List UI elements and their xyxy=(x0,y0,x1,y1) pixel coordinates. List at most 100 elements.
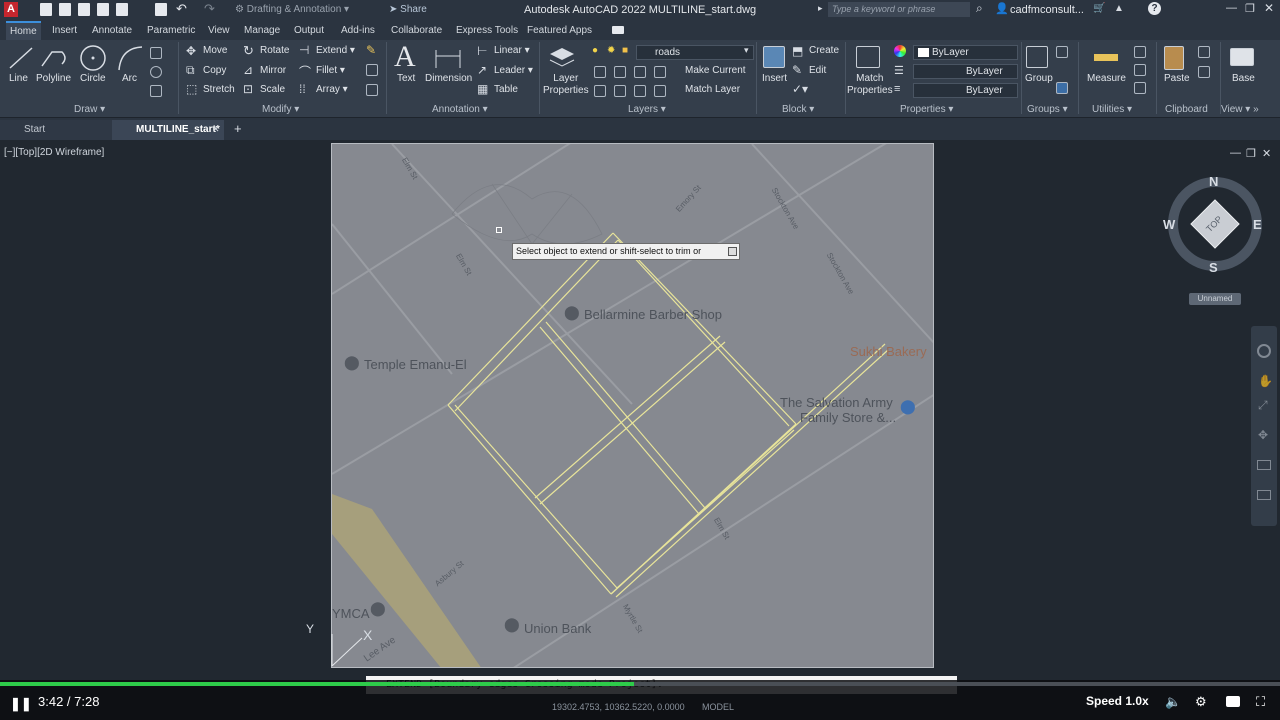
layer-tool-icon[interactable] xyxy=(654,66,666,78)
compass-east[interactable]: E xyxy=(1253,217,1262,232)
group-select-icon[interactable] xyxy=(1056,82,1068,94)
match-properties-icon[interactable] xyxy=(856,46,880,68)
open-file-icon[interactable] xyxy=(59,3,71,16)
view-panel-label[interactable]: View ▾ » xyxy=(1221,104,1259,115)
pan-icon[interactable]: ✋ xyxy=(1258,374,1273,388)
close-icon[interactable]: ✕ xyxy=(1264,1,1274,15)
viewport-restore-icon[interactable]: ❐ xyxy=(1246,147,1256,160)
tab-view[interactable]: View xyxy=(208,23,230,38)
polyline-icon[interactable] xyxy=(40,46,68,70)
undo-icon[interactable]: ↶ xyxy=(176,1,187,17)
close-tab-icon[interactable]: ✕ xyxy=(212,124,220,135)
line-button[interactable]: Line xyxy=(9,73,28,84)
text-button[interactable]: Text xyxy=(397,73,415,84)
search-icon[interactable]: ⌕ xyxy=(976,1,983,16)
insert-block-icon[interactable] xyxy=(763,46,785,68)
tab-annotate[interactable]: Annotate xyxy=(92,23,132,38)
tab-parametric[interactable]: Parametric xyxy=(147,23,195,38)
help-icon[interactable]: ? xyxy=(1148,2,1161,15)
user-account[interactable]: cadfmconsult... xyxy=(1010,0,1084,20)
draw-panel-label[interactable]: Draw ▾ xyxy=(74,104,105,115)
save-icon[interactable] xyxy=(78,3,90,16)
video-progress-bar[interactable] xyxy=(0,682,1280,686)
ribbon-minimize-icon[interactable] xyxy=(612,26,624,34)
arc-button[interactable]: Arc xyxy=(122,73,137,84)
linetype-dropdown[interactable]: ByLayer xyxy=(913,64,1018,79)
base-view-icon[interactable] xyxy=(1230,48,1254,66)
playback-speed-button[interactable]: Speed 1.0x xyxy=(1086,694,1149,708)
layer-dropdown[interactable]: roads xyxy=(636,45,754,60)
autocad-logo-icon[interactable]: A xyxy=(4,2,18,17)
mirror-button[interactable]: Mirror xyxy=(260,65,286,76)
tab-collaborate[interactable]: Collaborate xyxy=(391,23,442,38)
scale-button[interactable]: Scale xyxy=(260,84,285,95)
rectangle-icon[interactable] xyxy=(150,47,162,59)
move-button[interactable]: Move xyxy=(203,45,227,56)
autodesk-app-icon[interactable]: ▲ xyxy=(1114,3,1124,14)
zoom-extents-icon[interactable]: ⤢ xyxy=(1258,398,1268,413)
orbit-icon[interactable]: ✥ xyxy=(1258,428,1268,442)
tab-output[interactable]: Output xyxy=(294,23,324,38)
compass-north[interactable]: N xyxy=(1209,174,1218,189)
match-properties-button[interactable]: Match Properties xyxy=(847,73,893,97)
utility-tool-icon[interactable] xyxy=(1134,64,1146,76)
edit-block-button[interactable]: Edit xyxy=(809,65,826,76)
rotate-button[interactable]: Rotate xyxy=(260,45,289,56)
compass-west[interactable]: W xyxy=(1163,217,1175,232)
make-current-button[interactable]: Make Current xyxy=(685,65,746,76)
match-layer-button[interactable]: Match Layer xyxy=(685,84,740,95)
viewport-minimize-icon[interactable]: — xyxy=(1230,147,1241,159)
plot-icon[interactable] xyxy=(155,3,167,16)
clipboard-panel-label[interactable]: Clipboard xyxy=(1165,104,1208,115)
pause-icon[interactable]: ❚❚ xyxy=(10,696,32,712)
chevron-right-icon[interactable]: ▸ xyxy=(818,3,823,14)
block-panel-label[interactable]: Block ▾ xyxy=(782,104,814,115)
tab-insert[interactable]: Insert xyxy=(52,23,77,38)
leader-dropdown[interactable]: Leader ▾ xyxy=(494,65,533,76)
ucs-menu[interactable]: Unnamed xyxy=(1189,293,1241,305)
fillet-button[interactable]: Fillet ▾ xyxy=(316,65,345,76)
modify-panel-label[interactable]: Modify ▾ xyxy=(262,104,299,115)
dimension-icon[interactable] xyxy=(433,46,463,70)
file-tab-multiline[interactable]: MULTILINE_start* xyxy=(112,120,224,140)
explode-icon[interactable] xyxy=(366,64,378,76)
web-mobile-icon[interactable] xyxy=(116,3,128,16)
measure-icon[interactable] xyxy=(1094,54,1118,61)
tab-express-tools[interactable]: Express Tools xyxy=(456,23,518,38)
user-icon[interactable]: 👤 xyxy=(995,2,1009,15)
redo-icon[interactable]: ↷ xyxy=(204,1,215,17)
layer-tool-icon[interactable] xyxy=(594,66,606,78)
layer-tool-icon[interactable] xyxy=(614,66,626,78)
circle-button[interactable]: Circle xyxy=(80,73,106,84)
tooltip-option-icon[interactable] xyxy=(728,247,737,256)
linear-dropdown[interactable]: Linear ▾ xyxy=(494,45,530,56)
volume-icon[interactable]: 🔈 xyxy=(1165,694,1181,710)
copy-button[interactable]: Copy xyxy=(203,65,226,76)
layer-tool-icon[interactable] xyxy=(594,85,606,97)
text-icon[interactable]: A xyxy=(394,40,416,74)
compass-south[interactable]: S xyxy=(1209,260,1218,275)
boundary-icon[interactable] xyxy=(150,85,162,97)
save-as-icon[interactable] xyxy=(97,3,109,16)
restore-icon[interactable]: ❐ xyxy=(1245,2,1255,15)
group-button[interactable]: Group xyxy=(1025,73,1053,84)
cut-icon[interactable] xyxy=(1198,46,1210,58)
search-input[interactable]: Type a keyword or phrase xyxy=(828,2,970,17)
steering-wheel-icon[interactable] xyxy=(1257,344,1271,358)
navigation-bar[interactable]: ✋ ⤢ ✥ xyxy=(1251,326,1277,526)
hatch-icon[interactable] xyxy=(150,66,162,78)
layers-panel-label[interactable]: Layers ▾ xyxy=(628,104,666,115)
nav-settings-icon[interactable] xyxy=(1257,490,1271,500)
paste-icon[interactable] xyxy=(1164,46,1184,70)
layer-tool-icon[interactable] xyxy=(634,85,646,97)
viewport-label[interactable]: [−][Top][2D Wireframe] xyxy=(4,147,104,158)
status-model[interactable]: MODEL xyxy=(702,702,734,712)
table-button[interactable]: Table xyxy=(494,84,518,95)
erase-icon[interactable]: ✎ xyxy=(366,43,376,57)
share-button[interactable]: ➤ Share xyxy=(389,1,427,18)
layer-properties-icon[interactable] xyxy=(548,44,576,70)
settings-icon[interactable]: ⚙ xyxy=(1195,694,1207,710)
layer-tool-icon[interactable] xyxy=(614,85,626,97)
viewcube[interactable]: N S W E TOP xyxy=(1163,172,1266,275)
utilities-panel-label[interactable]: Utilities ▾ xyxy=(1092,104,1132,115)
